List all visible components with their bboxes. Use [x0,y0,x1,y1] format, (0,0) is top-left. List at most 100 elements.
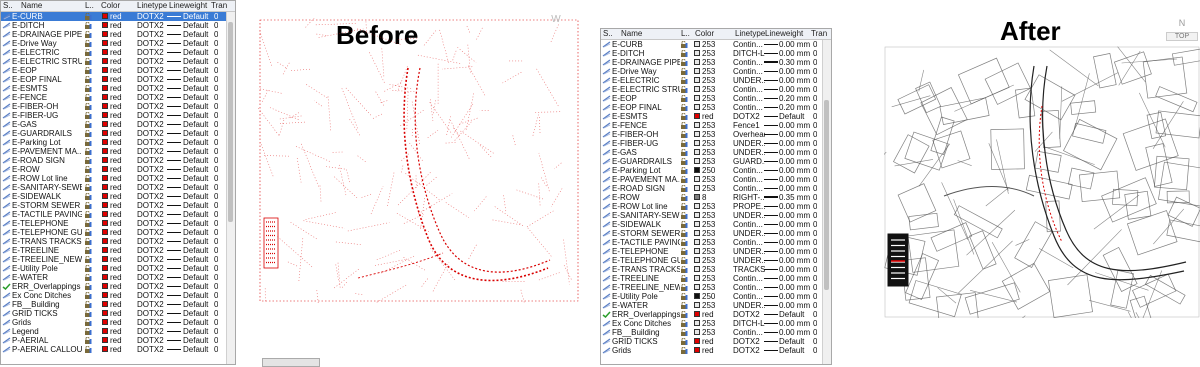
layer-name[interactable]: E-GAS [12,120,82,129]
layer-name[interactable]: E-CURB [612,40,680,49]
color-name[interactable]: 253 [702,265,720,274]
linetype[interactable]: DOTX2 [733,310,765,319]
color-name[interactable]: 253 [702,202,720,211]
layer-name[interactable]: E-TREELINE_NEW [612,283,680,292]
color-swatch[interactable] [102,238,108,244]
lineweight[interactable]: Default [183,120,215,129]
linetype[interactable]: UNDER... [733,139,765,148]
linetype[interactable]: Contin... [733,67,765,76]
color-swatch[interactable] [694,86,700,92]
lineweight[interactable]: Default [183,183,215,192]
layer-status-icon[interactable] [2,130,11,137]
color-swatch[interactable] [102,247,108,253]
color-name[interactable]: red [110,21,128,30]
lock-icon[interactable] [680,122,688,129]
color-swatch[interactable] [102,94,108,100]
linetype[interactable]: DOTX2 [137,66,167,75]
color-name[interactable]: red [110,336,128,345]
lineweight[interactable]: Default [183,273,215,282]
lineweight[interactable]: Default [183,102,215,111]
color-swatch[interactable] [694,275,700,281]
layer-row[interactable]: E-DITCHredDOTX2Default0 [1,21,235,30]
lock-icon[interactable] [680,149,688,156]
color-swatch[interactable] [102,283,108,289]
lock-icon[interactable] [84,229,92,236]
linetype[interactable]: DOTX2 [137,309,167,318]
lineweight[interactable]: 0.35 mm [779,193,811,202]
layer-name[interactable]: E-TRANS TRACKS [12,237,82,246]
linetype[interactable]: DOTX2 [137,237,167,246]
layer-row[interactable]: E-Drive WayredDOTX2Default0 [1,39,235,48]
lineweight[interactable]: Default [183,93,215,102]
layer-row[interactable]: E-FENCEredDOTX2Default0 [1,93,235,102]
color-swatch[interactable] [694,311,700,317]
layer-status-icon[interactable] [2,76,11,83]
column-header-name[interactable]: Name [621,29,642,39]
color-name[interactable]: 253 [702,301,720,310]
layer-row[interactable]: GRID TICKSredDOTX2Default0 [601,337,831,346]
color-swatch[interactable] [694,302,700,308]
lock-icon[interactable] [680,266,688,273]
color-name[interactable]: 253 [702,238,720,247]
linetype[interactable]: Overhead [733,130,765,139]
layer-status-icon[interactable] [602,122,611,129]
color-name[interactable]: red [110,255,128,264]
color-name[interactable]: 253 [702,184,720,193]
layer-name[interactable]: E-TELEPHONE GU... [12,228,82,237]
layer-name[interactable]: E-Utility Pole [12,264,82,273]
color-name[interactable]: 253 [702,274,720,283]
column-header-name[interactable]: Name [21,1,42,11]
color-swatch[interactable] [102,319,108,325]
layer-row[interactable]: E-CURBredDOTX2Default0 [1,12,235,21]
layer-status-icon[interactable] [2,67,11,74]
lock-icon[interactable] [84,130,92,137]
transparency[interactable]: 0 [214,120,218,129]
layer-status-icon[interactable] [602,329,611,336]
lineweight[interactable]: 0.00 mm [779,67,811,76]
lineweight[interactable]: Default [183,309,215,318]
color-swatch[interactable] [694,248,700,254]
color-swatch[interactable] [694,59,700,65]
transparency[interactable]: 0 [214,291,218,300]
lock-icon[interactable] [680,230,688,237]
color-name[interactable]: red [110,246,128,255]
layer-status-icon[interactable] [602,266,611,273]
column-header-lineweight[interactable]: Lineweight [765,29,803,39]
layer-status-icon[interactable] [2,148,11,155]
color-swatch[interactable] [694,149,700,155]
transparency[interactable]: 0 [214,57,218,66]
lock-icon[interactable] [680,41,688,48]
linetype[interactable]: Contin... [733,103,765,112]
layer-name[interactable]: Grids [612,346,680,355]
lineweight[interactable]: Default [779,346,811,355]
layer-status-icon[interactable] [602,176,611,183]
color-swatch[interactable] [102,13,108,19]
layer-row[interactable]: E-FIBER-OH253Overhead0.00 mm0 [601,130,831,139]
lineweight[interactable]: 0.30 mm [779,58,811,67]
color-name[interactable]: red [110,183,128,192]
layer-name[interactable]: E-DITCH [12,21,82,30]
color-name[interactable]: 253 [702,148,720,157]
lock-icon[interactable] [84,148,92,155]
lineweight[interactable]: 0.20 mm [779,103,811,112]
lock-icon[interactable] [680,347,688,354]
transparency[interactable]: 0 [813,40,817,49]
linetype[interactable]: DOTX2 [137,201,167,210]
layer-name[interactable]: ERR_Overlappings [12,282,82,291]
transparency[interactable]: 0 [813,292,817,301]
color-swatch[interactable] [694,104,700,110]
lock-icon[interactable] [680,140,688,147]
color-swatch[interactable] [694,266,700,272]
color-swatch[interactable] [694,347,700,353]
layer-row[interactable]: E-EOP FINALredDOTX2Default0 [1,75,235,84]
transparency[interactable]: 0 [813,139,817,148]
transparency[interactable]: 0 [813,157,817,166]
layer-name[interactable]: E-ELECTRIC [612,76,680,85]
transparency[interactable]: 0 [214,237,218,246]
lineweight[interactable]: 0.00 mm [779,247,811,256]
color-swatch[interactable] [694,194,700,200]
color-swatch[interactable] [694,320,700,326]
layer-name[interactable]: FB__Building [612,328,680,337]
column-header-transparency[interactable]: Tran [811,29,827,39]
color-swatch[interactable] [694,113,700,119]
